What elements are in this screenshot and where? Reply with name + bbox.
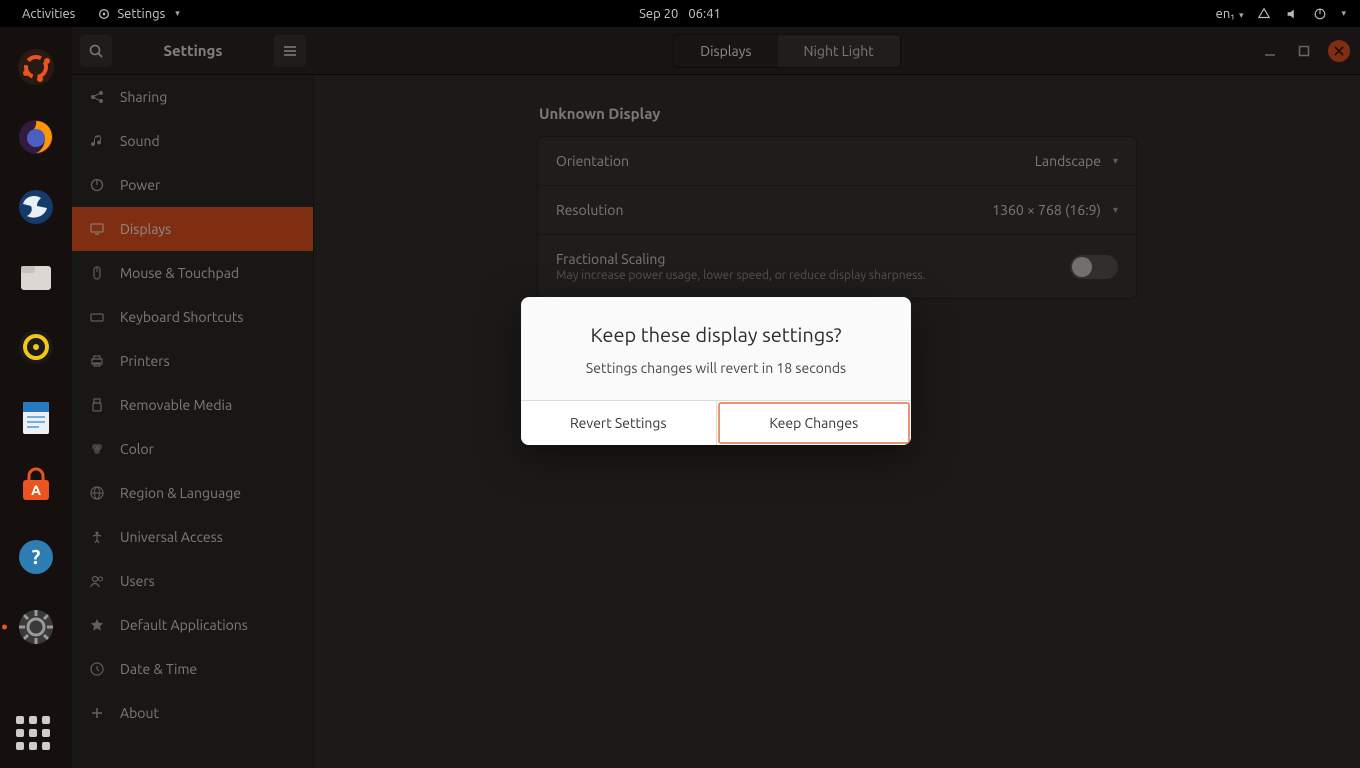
dock-show-apps[interactable] <box>16 716 56 756</box>
keep-changes-button[interactable]: Keep Changes <box>717 401 912 445</box>
dock-rhythmbox[interactable] <box>12 323 60 371</box>
dock: A ? <box>0 27 72 768</box>
input-language-indicator[interactable]: en₁ <box>1216 7 1244 21</box>
gnome-top-panel: Activities Settings Sep 20 06:41 en₁ ▾ <box>0 0 1360 27</box>
dock-files[interactable] <box>12 253 60 301</box>
date-label: Sep 20 <box>639 7 678 21</box>
power-icon[interactable] <box>1313 7 1327 21</box>
dock-ubuntu[interactable] <box>12 43 60 91</box>
confirm-dialog: Keep these display settings? Settings ch… <box>521 297 911 445</box>
app-menu-label: Settings <box>117 7 165 21</box>
activities-button[interactable]: Activities <box>12 3 85 25</box>
dock-software[interactable]: A <box>12 463 60 511</box>
modal-overlay: Keep these display settings? Settings ch… <box>72 27 1360 768</box>
time-label: 06:41 <box>688 7 721 21</box>
gear-icon <box>97 7 111 21</box>
clock[interactable]: Sep 20 06:41 <box>639 7 721 21</box>
dock-thunderbird[interactable] <box>12 183 60 231</box>
svg-text:A: A <box>31 482 41 498</box>
chevron-down-icon[interactable]: ▾ <box>1341 8 1346 19</box>
dock-firefox[interactable] <box>12 113 60 161</box>
dock-libreoffice[interactable] <box>12 393 60 441</box>
network-icon[interactable] <box>1257 7 1271 21</box>
dialog-message: Settings changes will revert in 18 secon… <box>543 360 889 376</box>
app-menu[interactable]: Settings <box>89 3 187 25</box>
volume-icon[interactable] <box>1285 7 1299 21</box>
dialog-title: Keep these display settings? <box>543 323 889 346</box>
svg-text:?: ? <box>32 545 41 568</box>
dock-help[interactable]: ? <box>12 533 60 581</box>
dock-settings[interactable] <box>12 603 60 651</box>
revert-button[interactable]: Revert Settings <box>521 401 717 445</box>
